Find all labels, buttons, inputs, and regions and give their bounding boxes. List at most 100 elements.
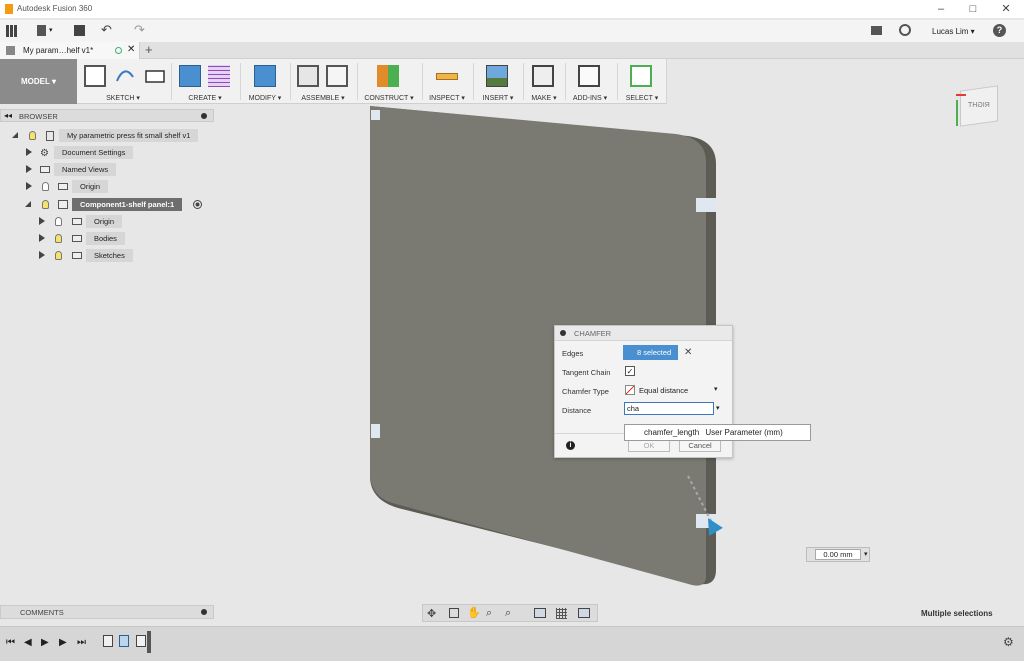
clear-selection-icon[interactable]: ✕ xyxy=(684,347,692,358)
collapse-icon[interactable] xyxy=(25,201,31,207)
3d-print-icon[interactable] xyxy=(532,65,554,87)
info-icon[interactable]: i xyxy=(566,441,575,450)
expand-icon[interactable] xyxy=(39,251,45,259)
expand-icon[interactable] xyxy=(26,182,32,190)
close-tab-icon[interactable]: ✕ xyxy=(127,44,135,55)
chamfer-distance-manipulator[interactable]: 0.00 mm ▾ xyxy=(806,547,870,562)
addins-group[interactable]: ADD-INS ▾ xyxy=(568,59,612,104)
redo-icon[interactable]: ↷ xyxy=(134,22,145,38)
step-back-icon[interactable]: ◀ xyxy=(24,637,32,648)
collapse-icon[interactable] xyxy=(12,132,18,138)
tree-item-origin[interactable]: Origin xyxy=(0,180,214,193)
tangent-chain-checkbox[interactable]: ✓ xyxy=(625,366,635,376)
tree-item-named-views[interactable]: Named Views xyxy=(0,163,214,176)
manipulator-value-field[interactable]: 0.00 mm xyxy=(815,549,861,560)
create-group[interactable]: CREATE ▾ xyxy=(174,59,236,104)
add-comment-icon[interactable] xyxy=(201,609,207,615)
close-button[interactable]: ✕ xyxy=(999,2,1013,16)
minimize-button[interactable]: – xyxy=(934,2,948,16)
look-at-icon[interactable] xyxy=(449,608,459,618)
expand-icon[interactable] xyxy=(39,217,45,225)
insert-group[interactable]: INSERT ▾ xyxy=(476,59,520,104)
activate-component-icon[interactable] xyxy=(193,200,202,209)
press-pull-icon[interactable] xyxy=(254,65,276,87)
inspect-group[interactable]: INSPECT ▾ xyxy=(425,59,469,104)
document-tab[interactable]: My param…helf v1* ✕ xyxy=(0,42,140,59)
visibility-bulb-icon[interactable] xyxy=(55,217,62,226)
line-icon[interactable] xyxy=(114,65,136,87)
rectangle-icon[interactable] xyxy=(144,65,166,87)
browser-options-icon[interactable] xyxy=(201,113,207,119)
viewcube[interactable]: RIGHT xyxy=(952,80,1000,128)
tree-root[interactable]: My parametric press fit small shelf v1 xyxy=(0,129,214,142)
comments-panel[interactable]: COMMENTS xyxy=(0,605,214,619)
save-icon[interactable] xyxy=(74,25,85,36)
extrude-icon[interactable] xyxy=(179,65,201,87)
chamfer-dialog-header[interactable]: CHAMFER xyxy=(555,326,732,341)
notification-icon[interactable] xyxy=(871,26,882,35)
expand-icon[interactable] xyxy=(26,165,32,173)
make-group[interactable]: MAKE ▾ xyxy=(526,59,562,104)
distance-input[interactable]: cha xyxy=(624,402,714,415)
chevron-down-icon[interactable]: ▾ xyxy=(864,550,868,558)
create-sketch-icon[interactable] xyxy=(84,65,106,87)
expand-icon[interactable] xyxy=(26,148,32,156)
tree-item-sketches[interactable]: Sketches xyxy=(0,249,214,262)
maximize-button[interactable]: □ xyxy=(966,2,980,16)
play-icon[interactable]: ▶ xyxy=(41,637,49,648)
select-group[interactable]: SELECT ▾ xyxy=(620,59,664,104)
zoom-window-icon[interactable]: ⌕ xyxy=(505,607,511,620)
tree-item-bodies[interactable]: Bodies xyxy=(0,232,214,245)
orbit-icon[interactable]: ✥ xyxy=(427,607,436,620)
workspace-switcher[interactable]: MODEL ▾ xyxy=(0,59,77,104)
new-tab-icon[interactable]: + xyxy=(145,42,153,57)
visibility-bulb-icon[interactable] xyxy=(42,200,49,209)
visibility-bulb-icon[interactable] xyxy=(42,182,49,191)
form-icon[interactable] xyxy=(208,65,230,87)
go-to-start-icon[interactable]: ⏮ xyxy=(6,637,15,648)
timeline-feature-extrude[interactable] xyxy=(119,635,129,647)
step-forward-icon[interactable]: ▶ xyxy=(59,637,67,648)
timeline-feature-chamfer[interactable] xyxy=(136,635,146,647)
parameter-suggestion[interactable]: chamfer_length User Parameter (mm) xyxy=(624,424,811,441)
scripts-icon[interactable] xyxy=(578,65,600,87)
joint-icon[interactable] xyxy=(326,65,348,87)
history-icon[interactable] xyxy=(899,24,911,36)
expand-icon[interactable] xyxy=(39,234,45,242)
chevron-down-icon[interactable]: ▾ xyxy=(49,26,53,34)
chevron-down-icon[interactable]: ▾ xyxy=(716,404,720,412)
undo-icon[interactable]: ↶ xyxy=(101,22,112,38)
timeline-feature-sketch[interactable] xyxy=(103,635,113,647)
visibility-bulb-icon[interactable] xyxy=(55,234,62,243)
modify-group[interactable]: MODIFY ▾ xyxy=(244,59,286,104)
insert-image-icon[interactable] xyxy=(486,65,508,87)
browser-header[interactable]: ◂◂ BROWSER xyxy=(0,109,214,122)
visibility-bulb-icon[interactable] xyxy=(55,251,62,260)
pan-icon[interactable]: ✋ xyxy=(467,606,481,619)
new-component-icon[interactable] xyxy=(297,65,319,87)
measure-icon[interactable] xyxy=(436,73,458,80)
grid-menu-icon[interactable] xyxy=(6,25,18,37)
visibility-bulb-icon[interactable] xyxy=(29,131,36,140)
assemble-group[interactable]: ASSEMBLE ▾ xyxy=(293,59,353,104)
go-to-end-icon[interactable]: ⏭ xyxy=(77,637,86,648)
tree-item-child-origin[interactable]: Origin xyxy=(0,215,214,228)
tree-item-document-settings[interactable]: ⚙ Document Settings xyxy=(0,146,214,159)
zoom-icon[interactable]: ⌕ xyxy=(486,607,492,620)
offset-plane-icon[interactable] xyxy=(377,65,399,87)
display-settings-icon[interactable] xyxy=(534,608,546,618)
timeline-marker[interactable] xyxy=(147,631,151,653)
chamfer-type-select[interactable]: Equal distance ▾ xyxy=(623,383,722,398)
edges-selection[interactable]: 8 selected xyxy=(623,345,678,360)
settings-gear-icon[interactable]: ⚙ xyxy=(1003,635,1014,649)
grid-settings-icon[interactable] xyxy=(556,608,567,619)
sketch-group[interactable]: SKETCH ▾ xyxy=(80,59,166,104)
tree-item-component[interactable]: Component1-shelf panel:1 xyxy=(0,198,214,211)
dialog-options-icon[interactable] xyxy=(560,330,566,336)
file-icon[interactable] xyxy=(37,25,46,36)
help-icon[interactable]: ? xyxy=(993,24,1006,37)
collapse-browser-icon[interactable]: ◂◂ xyxy=(4,111,12,120)
user-menu[interactable]: Lucas Lim ▾ xyxy=(932,27,975,36)
construct-group[interactable]: CONSTRUCT ▾ xyxy=(360,59,418,104)
select-icon[interactable] xyxy=(630,65,652,87)
